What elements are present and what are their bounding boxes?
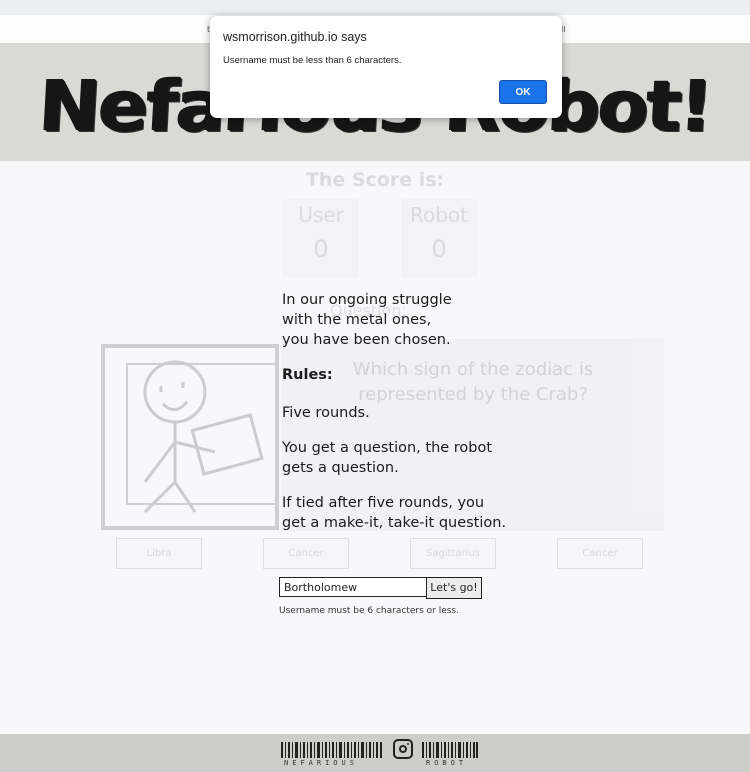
rules-heading: Rules:	[282, 367, 333, 383]
username-note: Username must be 6 characters or less.	[279, 606, 459, 616]
lets-go-button[interactable]: Let's go!	[426, 577, 482, 599]
intro-text: In our ongoing struggle with the metal o…	[282, 290, 512, 350]
dialog-message: Username must be less than 6 characters.	[223, 55, 402, 66]
robot-score-label: Robot	[409, 203, 468, 227]
rule-3: If tied after five rounds, you get a mak…	[282, 495, 507, 531]
footer-word-right: ROBOT	[426, 759, 468, 767]
dialog-title: wsmorrison.github.io says	[223, 30, 367, 44]
username-input[interactable]	[279, 577, 429, 597]
intro-modal: In our ongoing struggle with the metal o…	[282, 290, 512, 548]
robot-score-box: Robot 0	[401, 199, 477, 277]
site-footer: NEFARIOUS ROBOT	[0, 734, 750, 772]
score-title: The Score is:	[305, 169, 445, 191]
intro-line-2: with the metal ones,	[282, 312, 432, 328]
barcode-right-icon	[422, 742, 478, 758]
intro-line-3: you have been chosen.	[282, 332, 451, 348]
user-score-box: User 0	[283, 199, 359, 277]
user-score-value: 0	[313, 235, 329, 263]
instagram-icon[interactable]	[393, 739, 413, 759]
user-score-label: User	[298, 203, 344, 227]
barcode-left-icon	[281, 742, 382, 758]
answer-button-1[interactable]: Libra	[116, 538, 202, 569]
robot-drawing	[101, 344, 279, 530]
footer-word-left: NEFARIOUS	[284, 759, 358, 767]
rule-2: You get a question, the robot gets a que…	[282, 440, 493, 476]
alert-dialog: wsmorrison.github.io says Username must …	[210, 16, 562, 118]
answer-button-4[interactable]: Cancer	[557, 538, 643, 569]
ok-button[interactable]: OK	[499, 80, 547, 104]
intro-line-1: In our ongoing struggle	[282, 292, 452, 308]
robot-score-value: 0	[431, 235, 447, 263]
browser-top-strip	[0, 0, 750, 15]
rule-1: Five rounds.	[282, 405, 370, 421]
